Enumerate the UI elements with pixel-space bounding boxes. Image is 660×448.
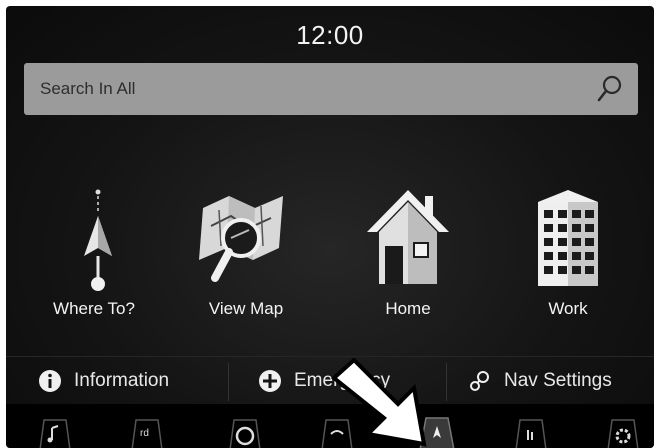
- map-magnifier-icon: [199, 196, 283, 282]
- nav-settings-label: Nav Settings: [504, 370, 612, 391]
- music-icon[interactable]: [34, 410, 74, 448]
- search-bar[interactable]: Search In All: [24, 63, 638, 115]
- navigation-arrow-icon: [84, 189, 112, 291]
- tile-label: Work: [548, 299, 588, 318]
- phone-icon[interactable]: [510, 410, 550, 448]
- settings-icon[interactable]: [602, 410, 642, 448]
- clock: 12:00: [296, 20, 364, 50]
- tile-view-map[interactable]: View Map: [176, 186, 316, 346]
- divider: [228, 363, 229, 401]
- tile-home[interactable]: Home: [338, 186, 478, 346]
- information-label: Information: [74, 370, 170, 391]
- tile-label: View Map: [208, 299, 284, 318]
- nav-settings-button[interactable]: Nav Settings: [468, 357, 612, 405]
- search-placeholder: Search In All: [40, 79, 136, 98]
- home-icon: [367, 190, 449, 284]
- tile-where-to[interactable]: Where To?: [24, 186, 164, 346]
- information-button[interactable]: Information: [38, 357, 169, 405]
- radio-icon[interactable]: rd: [126, 410, 166, 448]
- callout-arrow-icon: [330, 358, 427, 447]
- settings-nodes-icon: [470, 371, 489, 391]
- tile-label: Where To?: [53, 299, 135, 318]
- controls-icon[interactable]: [224, 410, 264, 448]
- tile-work[interactable]: Work: [498, 186, 638, 346]
- office-building-icon: [538, 190, 598, 286]
- info-icon: [39, 370, 61, 392]
- svg-text:rd: rd: [140, 428, 149, 439]
- search-icon[interactable]: [594, 73, 624, 105]
- tile-label: Home: [385, 299, 431, 318]
- plus-circle-icon: [259, 370, 281, 392]
- nav-screen: 12:00 Search In All Where To? View Map H…: [6, 6, 654, 448]
